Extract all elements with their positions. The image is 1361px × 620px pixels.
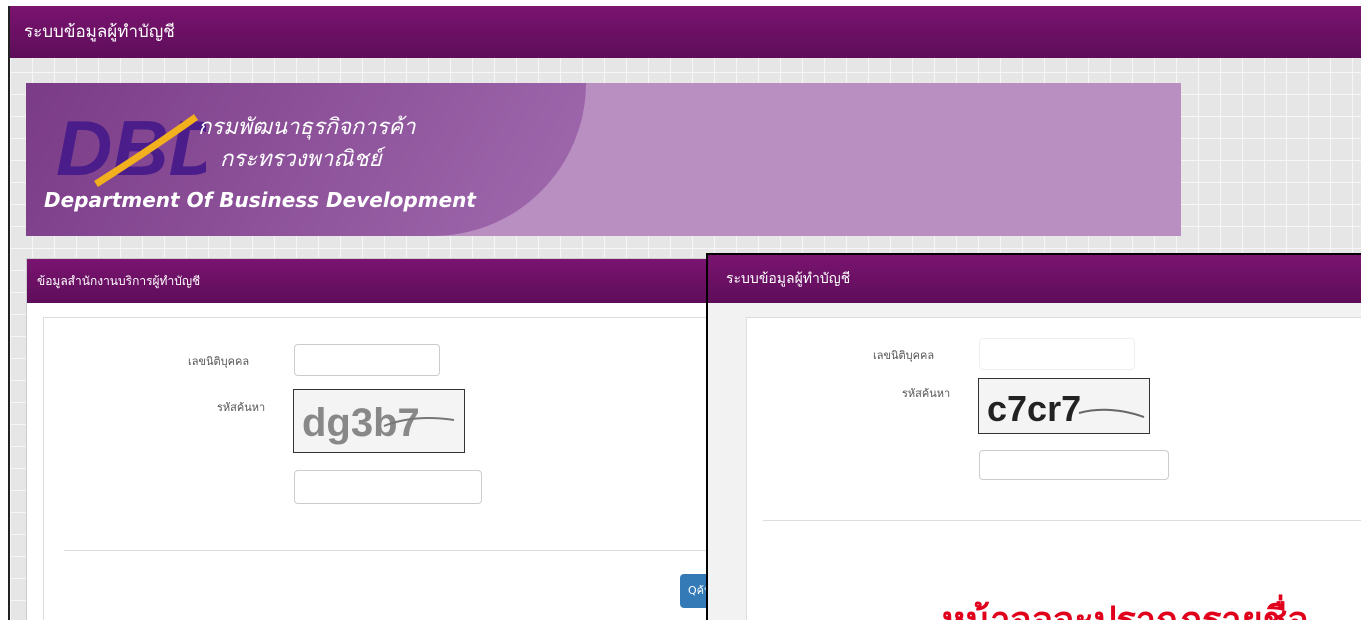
left-panel-body: เลขนิติบุคคล รหัสค้นหา dg3b7 Qค้น <box>43 317 805 620</box>
captcha-glyphs: dg3b7 <box>302 401 455 445</box>
browser-viewport: ระบบข้อมูลผู้ทำบัญชี DBD กรมพัฒนาธุรกิจก… <box>8 6 1361 620</box>
overlay-divider <box>763 520 1361 521</box>
captcha-label: รหัสค้นหา <box>217 401 266 414</box>
banner-thai-line2: กระทรวงพาณิชย์ <box>220 147 382 172</box>
overlay-juristic-label: เลขนิติบุคคล <box>873 349 935 362</box>
overlay-screenshot: ระบบข้อมูลผู้ทำบัญชี เลขนิติบุคคล รหัสค้… <box>706 253 1361 620</box>
app-title-bar: ระบบข้อมูลผู้ทำบัญชี <box>10 6 1361 58</box>
banner-english-name: Department Of Business Development <box>44 188 476 212</box>
overlay-captcha-image: c7cr7 <box>978 378 1150 434</box>
overlay-header: ระบบข้อมูลผู้ทำบัญชี <box>708 255 1361 303</box>
overlay-body: เลขนิติบุคคล รหัสค้นหา c7cr7 <box>746 317 1361 620</box>
overlay-captcha-text: c7cr7 <box>987 388 1081 429</box>
left-panel: ข้อมูลสำนักงานบริการผู้ทำบัญชี เลขนิติบุ… <box>26 258 805 620</box>
banner-thai-line1: กรมพัฒนาธุรกิจการค้า <box>198 115 416 140</box>
overlay-captcha-input[interactable] <box>979 450 1169 480</box>
overlay-juristic-input[interactable] <box>979 338 1135 370</box>
captcha-text: dg3b7 <box>302 401 420 445</box>
overlay-captcha-label: รหัสค้นหา <box>902 387 951 400</box>
overlay-captcha-glyphs: c7cr7 <box>987 388 1145 429</box>
juristic-number-label: เลขนิติบุคคล <box>188 355 250 368</box>
overlay-annotation-text: หน้าจอจะปรากฏรายชื่อ <box>942 591 1309 620</box>
captcha-input[interactable] <box>294 470 482 504</box>
captcha-image: dg3b7 <box>293 389 465 453</box>
left-panel-header: ข้อมูลสำนักงานบริการผู้ทำบัญชี <box>27 259 787 303</box>
dbd-logo-icon: DBD <box>56 109 206 189</box>
dbd-banner: DBD กรมพัฒนาธุรกิจการค้า กระทรวงพาณิชย์ … <box>26 83 1181 236</box>
svg-text:DBD: DBD <box>56 109 206 189</box>
divider <box>64 550 784 551</box>
juristic-number-input[interactable] <box>294 344 440 376</box>
